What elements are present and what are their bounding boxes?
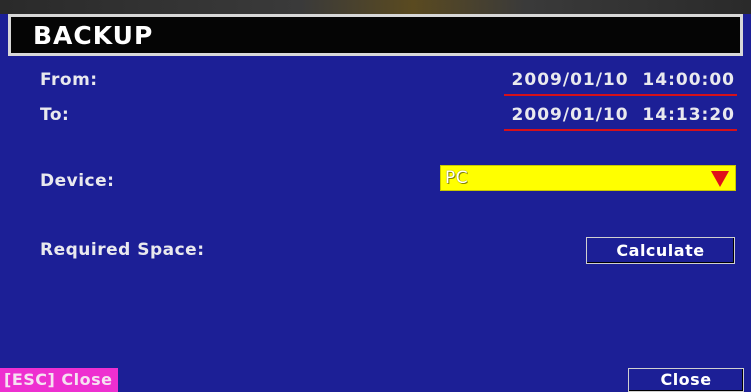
esc-close-hint: [ESC] Close — [0, 368, 119, 392]
close-button[interactable]: Close — [628, 368, 744, 392]
to-label: To: — [40, 105, 70, 125]
device-select[interactable]: PC — [440, 165, 736, 191]
triangle-down-icon[interactable] — [711, 171, 729, 187]
dialog-title: BACKUP — [33, 21, 154, 50]
device-selected-value: PC — [445, 168, 469, 188]
from-label: From: — [40, 70, 98, 90]
required-space-label: Required Space: — [40, 240, 205, 260]
from-datetime-field[interactable]: 2009/01/10 14:00:00 — [503, 70, 737, 96]
device-label: Device: — [40, 171, 115, 191]
to-datetime-field[interactable]: 2009/01/10 14:13:20 — [503, 105, 737, 131]
title-bar: BACKUP — [8, 14, 743, 56]
top-strip — [0, 0, 751, 14]
calculate-button[interactable]: Calculate — [586, 237, 735, 264]
